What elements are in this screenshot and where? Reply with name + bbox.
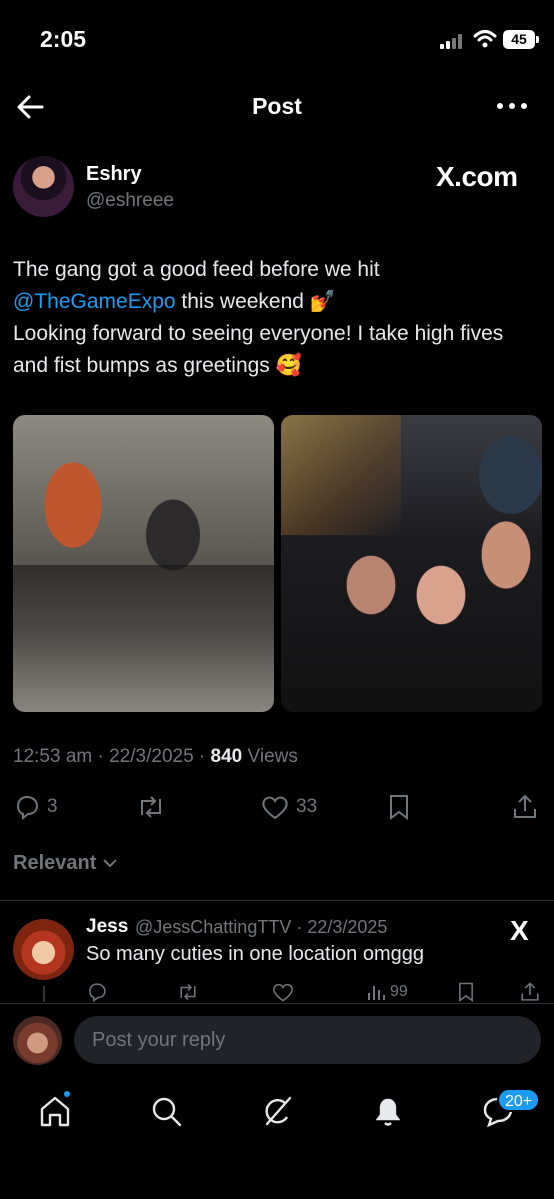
sort-label: Relevant [13,852,97,874]
grok-icon [265,1096,292,1126]
bookmark-icon [390,795,408,820]
post-meta: 12:53 am · 22/3/2025 · 840 Views [13,746,298,767]
divider [0,900,554,901]
like-button[interactable]: 33 [260,792,317,822]
share-button[interactable] [511,792,539,822]
reply-icon [16,795,39,821]
reply-share-button[interactable] [519,981,541,1003]
reply-author-name[interactable]: Jess [86,916,128,938]
share-icon [514,794,536,818]
post-date: 22/3/2025 [109,746,194,767]
post-text: The gang got a good feed before we hit @… [13,254,543,382]
reply-avatar[interactable] [13,919,74,980]
my-avatar [13,1016,62,1065]
notifications-icon [375,1098,401,1126]
share-icon [521,982,539,1001]
signal-icon [440,33,466,49]
post-time: 12:53 am [13,746,93,767]
repost-icon [180,983,196,1001]
search-icon [152,1097,182,1127]
sort-dropdown[interactable]: Relevant [13,852,118,875]
reply-input[interactable] [74,1016,541,1064]
more-icon[interactable] [494,96,530,116]
emoji-smiling-hearts: 🥰 [275,354,302,377]
author-name[interactable]: Eshry [86,163,142,186]
repost-icon [141,796,161,818]
reply-text: So many cuties in one location omggg [86,943,424,965]
post-text-line2: this weekend [175,290,310,313]
author-handle[interactable]: @eshreee [86,190,174,212]
post-photo-elevator[interactable] [13,415,274,712]
nav-notifications[interactable] [368,1091,408,1131]
reply-count: 3 [47,796,58,817]
like-icon [273,983,293,1002]
mention-link[interactable]: @TheGameExpo [13,290,176,313]
post-text-line1: The gang got a good feed before we hit [13,258,380,281]
xcom-logo: X.com [436,161,518,192]
reply-repost-button[interactable] [176,981,200,1003]
bookmark-icon [459,982,473,1002]
battery-cap [536,36,539,43]
author-avatar[interactable] [13,156,74,217]
reply-button[interactable]: 3 [13,792,58,822]
chevron-down-icon [103,859,117,868]
post-text-line3: Looking forward to seeing everyone! I ta… [13,322,504,377]
reply-author-handle[interactable]: @JessChattingTTV · 22/3/2025 [135,917,387,938]
reply-views-count: 99 [390,983,408,1000]
thread-line [43,986,45,1002]
page-title: Post [252,93,302,119]
x-logo: X [510,915,529,946]
wifi-icon [473,29,497,54]
reply-like-button[interactable] [271,981,295,1003]
views-icon [368,986,385,1000]
nav-search[interactable] [146,1091,186,1131]
views-label: Views [247,746,298,767]
battery-indicator: 45 [503,30,535,49]
home-notification-dot [62,1089,72,1099]
status-time: 2:05 [40,26,87,52]
reply-bookmark-button[interactable] [456,981,476,1003]
views-count: 840 [210,746,243,767]
reply-views[interactable]: 99 [366,981,408,1003]
bookmark-button[interactable] [386,792,412,822]
repost-button[interactable] [135,792,167,822]
post-photo-street[interactable] [281,415,542,712]
like-count: 33 [296,796,318,817]
reply-icon [89,983,106,1003]
emoji-nail-polish: 💅 [309,290,336,313]
nav-grok[interactable] [257,1091,297,1131]
reply-reply-button[interactable] [86,981,108,1003]
like-icon [262,796,288,820]
messages-badge: 20+ [497,1088,541,1112]
